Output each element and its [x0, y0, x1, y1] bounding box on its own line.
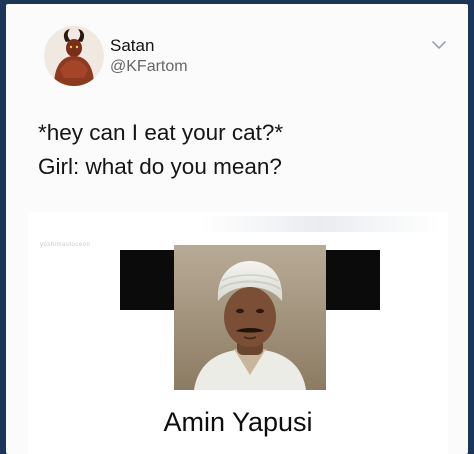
- tweet-text: *hey can I eat your cat?* Girl: what do …: [38, 120, 284, 179]
- chevron-down-icon[interactable]: [430, 38, 448, 52]
- media-watermark: yoshimastoceon: [40, 242, 91, 248]
- black-square-right: [326, 250, 380, 310]
- media-faint-banner: [200, 216, 440, 232]
- media-caption: Amin Yapusi: [163, 407, 313, 437]
- author-name[interactable]: Satan: [110, 36, 154, 56]
- tweet-card: Satan @KFartom *hey can I eat your cat?*…: [6, 4, 468, 454]
- man-portrait-icon: [174, 245, 326, 390]
- man-portrait-photo: [174, 245, 326, 390]
- black-square-left: [120, 250, 174, 310]
- avatar[interactable]: [44, 26, 104, 86]
- devil-avatar-icon: [44, 26, 104, 86]
- author-handle[interactable]: @KFartom: [110, 58, 188, 76]
- tweet-media[interactable]: yoshimastoceon Amin Yapusi: [28, 212, 448, 454]
